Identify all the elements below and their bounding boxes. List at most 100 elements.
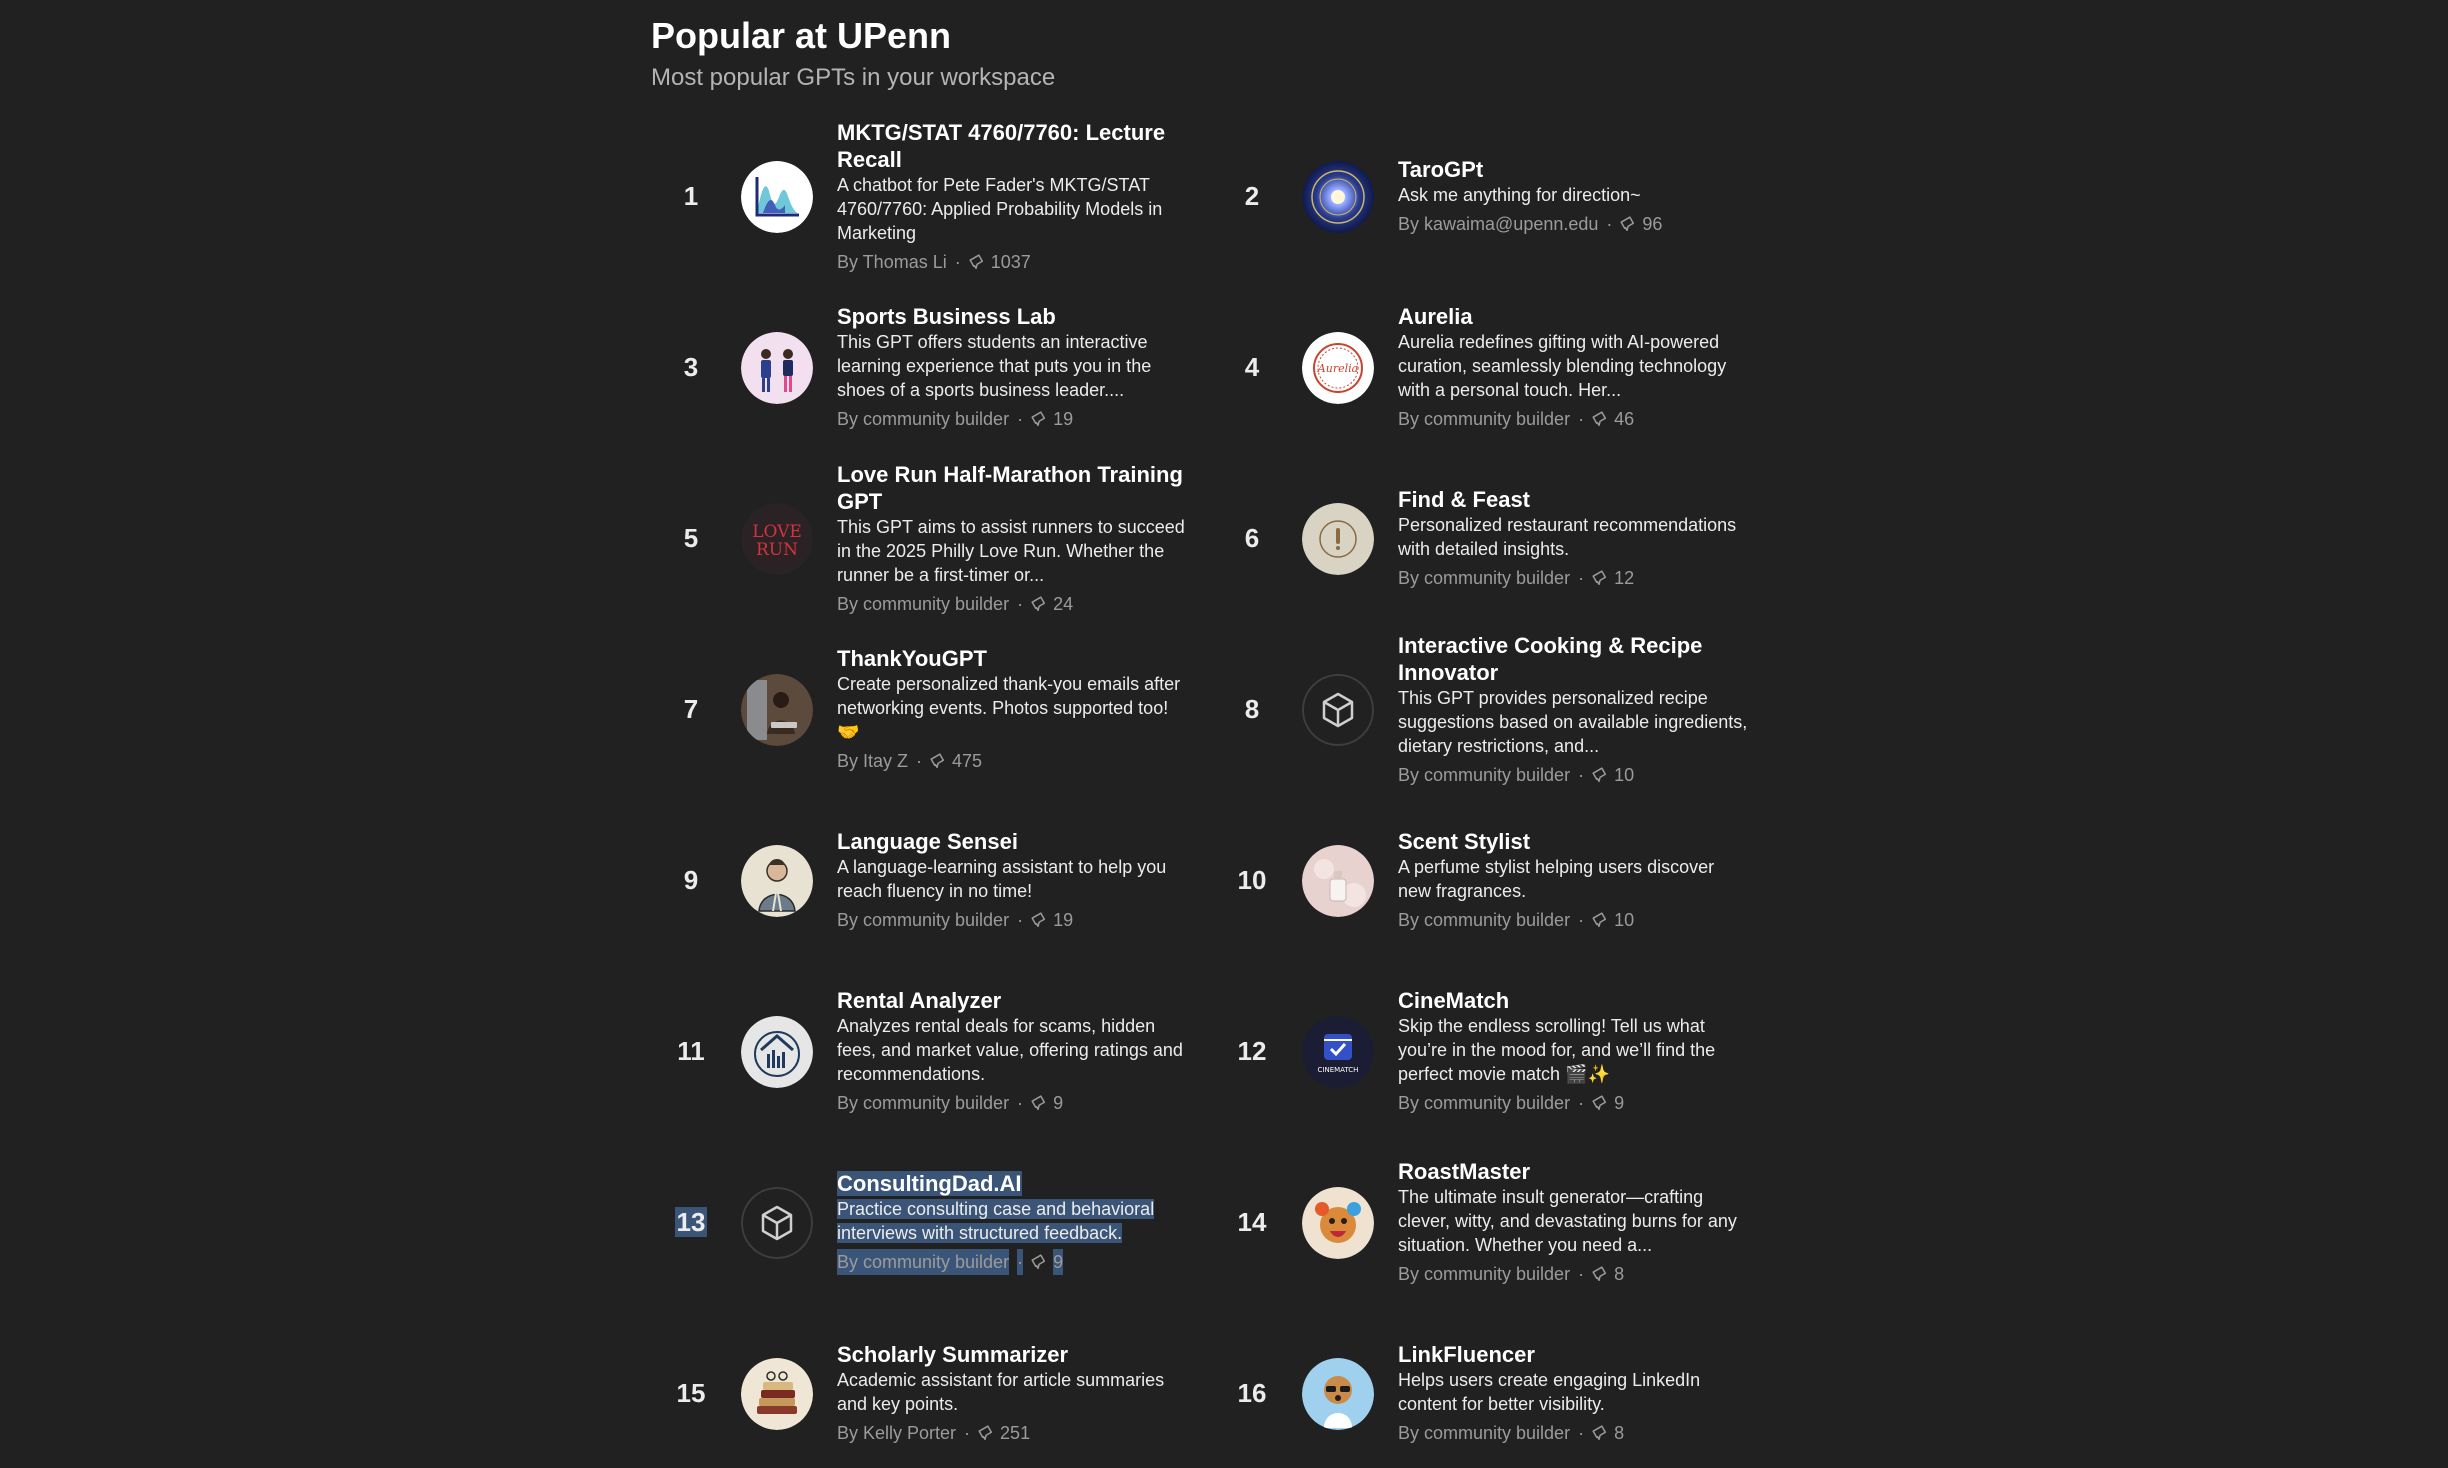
gpt-description: A perfume stylist helping users discover…: [1398, 857, 1715, 901]
gpt-name[interactable]: Scent Stylist: [1398, 828, 1752, 855]
cube-placeholder-icon: [1302, 673, 1374, 746]
meta-separator: ·: [1578, 1264, 1585, 1284]
gpt-rank: 13: [651, 1207, 731, 1238]
gpt-meta: By community builder · 12: [1398, 565, 1752, 591]
gpt-chat-count: 10: [1614, 764, 1635, 785]
chat-count-icon: [1031, 595, 1053, 612]
gpt-info: RoastMaster The ultimate insult generator…: [1398, 1158, 1752, 1287]
gpt-card[interactable]: 2 TaroGPt Ask me anything for direction~ By…: [1212, 114, 1752, 279]
gpt-name[interactable]: Love Run Half-Marathon Training GPT: [837, 461, 1191, 515]
gpt-description: Skip the endless scrolling! Tell us what…: [1398, 1016, 1716, 1084]
gpt-chat-count: 9: [1053, 1093, 1064, 1113]
gpt-name[interactable]: MKTG/STAT 4760/7760: Lecture Recall: [837, 119, 1191, 173]
gpt-rank: 8: [1244, 694, 1260, 724]
gpt-card[interactable]: 3 Sports Business Lab This GPT offers stud…: [651, 285, 1191, 450]
gpt-name[interactable]: RoastMaster: [1398, 1158, 1752, 1185]
svg-text:LOVE: LOVE: [752, 522, 802, 542]
gpt-author: By community builder: [837, 409, 1010, 429]
gpt-author: By community builder: [837, 1249, 1010, 1275]
chat-count-icon: [1592, 570, 1614, 586]
gpt-card[interactable]: 7 ThankYouGPT Create personalized thank-yo…: [651, 627, 1191, 792]
meta-separator: ·: [1017, 1249, 1024, 1275]
chat-count-icon: [1031, 1254, 1053, 1270]
chat-count-icon: [1592, 912, 1614, 928]
chat-count-icon: [1592, 411, 1614, 427]
gpt-name[interactable]: Language Sensei: [837, 828, 1191, 855]
gpt-card[interactable]: 15 Scholarly Summarizer Academic assistant…: [651, 1311, 1191, 1468]
meta-separator: ·: [1578, 1093, 1585, 1113]
dog-sunglasses-icon: [1302, 1357, 1374, 1430]
gpt-card[interactable]: 6 Find & Feast Personalized restaurant rec…: [1212, 456, 1752, 621]
gpt-description: Analyzes rental deals for scams, hidden …: [837, 1016, 1183, 1084]
gpt-card[interactable]: 11 Rental Analyzer Analyzes rental deals f…: [651, 969, 1191, 1134]
gpt-description: A chatbot for Pete Fader's MKTG/STAT 476…: [837, 174, 1163, 243]
gpt-chat-count: 19: [1053, 409, 1074, 429]
gpt-meta: By community builder · 9: [1398, 1090, 1752, 1116]
gpt-card[interactable]: 9 Language Sensei A language-learning assi…: [651, 798, 1191, 963]
section-subtitle: Most popular GPTs in your workspace: [651, 64, 1056, 91]
gpt-description: Personalized restaurant recommendations …: [1398, 515, 1737, 559]
chat-count-icon: [1592, 1425, 1614, 1441]
gpt-card[interactable]: 16 LinkFluencer Helps users create engagin…: [1212, 1311, 1752, 1468]
gpt-card[interactable]: 14 RoastMaster The ultimate insult generat…: [1212, 1140, 1752, 1305]
gpt-chat-count: 251: [1000, 1423, 1031, 1443]
gpt-description: Ask me anything for direction~: [1398, 185, 1641, 205]
gpt-rank: 15: [676, 1378, 706, 1408]
gpt-name[interactable]: CineMatch: [1398, 987, 1752, 1014]
gpt-description: Practice consulting case and behavioral …: [837, 1197, 1191, 1245]
gpt-info: Love Run Half-Marathon Training GPT This …: [837, 461, 1191, 617]
gpt-card[interactable]: 10 Scent Stylist A perfume stylist helping…: [1212, 798, 1752, 963]
gpt-name[interactable]: Find & Feast: [1398, 486, 1752, 513]
gpt-author: By Itay Z: [837, 751, 909, 771]
gpt-rank-text: 13: [674, 1207, 708, 1237]
gpt-meta: By community builder · 8: [1398, 1261, 1752, 1287]
gpt-name[interactable]: Scholarly Summarizer: [837, 1341, 1191, 1368]
gpt-card[interactable]: 13 ConsultingDad.AI Practice consulting ca…: [651, 1140, 1191, 1305]
gpt-name[interactable]: ConsultingDad.AI: [837, 1170, 1191, 1197]
gpt-author: By community builder: [1398, 1423, 1571, 1443]
gpt-chat-count: 475: [952, 751, 983, 771]
gpt-rank: 2: [1244, 181, 1260, 211]
cosmic-tarot-icon: [1302, 160, 1374, 233]
chat-count-icon: [1592, 1095, 1614, 1111]
gpt-name[interactable]: Sports Business Lab: [837, 303, 1191, 330]
feast-plate-icon: [1302, 502, 1374, 575]
gpt-rank: 16: [1237, 1378, 1267, 1408]
gpt-author: By kawaima@upenn.edu: [1398, 214, 1599, 234]
gpt-name[interactable]: TaroGPt: [1398, 156, 1752, 183]
gpt-description: This GPT offers students an interactive …: [837, 332, 1152, 400]
gpt-info: ThankYouGPT Create personalized thank-you…: [837, 645, 1191, 774]
chat-count-icon: [969, 253, 991, 270]
gpt-chat-count: 24: [1053, 593, 1074, 614]
gpt-name[interactable]: Interactive Cooking & Recipe Innovator: [1398, 632, 1752, 686]
gpt-name[interactable]: LinkFluencer: [1398, 1341, 1752, 1368]
meta-separator: ·: [1017, 910, 1024, 930]
gpt-card[interactable]: 4 Aurelia Aurelia Aurelia redefines gifting…: [1212, 285, 1752, 450]
gpt-card[interactable]: 1 MKTG/STAT 4760/7760: Lecture Recall A ch…: [651, 114, 1191, 279]
gpt-card[interactable]: 12 CINEMATCH CineMatch Skip the endless scr…: [1212, 969, 1752, 1134]
gpt-chat-count: 8: [1614, 1264, 1625, 1284]
love-run-logo-icon: LOVE RUN: [741, 502, 813, 575]
gpt-author: By Kelly Porter: [837, 1423, 957, 1443]
gpt-info: Rental Analyzer Analyzes rental deals for…: [837, 987, 1191, 1116]
gpt-card[interactable]: 8 Interactive Cooking & Recipe Innovator T…: [1212, 627, 1752, 792]
gpt-chat-count: 1037: [990, 251, 1031, 272]
gpt-name[interactable]: Aurelia: [1398, 303, 1752, 330]
chart-logo-icon: [741, 160, 813, 233]
gpt-description: This GPT aims to assist runners to succe…: [837, 516, 1185, 585]
gpt-author: By community builder: [1398, 910, 1571, 930]
meta-separator: ·: [1578, 1423, 1585, 1443]
gpt-name[interactable]: Rental Analyzer: [837, 987, 1191, 1014]
gpt-rank: 10: [1237, 865, 1267, 895]
gpt-name[interactable]: ThankYouGPT: [837, 645, 1191, 672]
gpt-meta: By Thomas Li · 1037: [837, 249, 1191, 275]
gpt-author: By community builder: [1398, 1093, 1571, 1113]
gpt-author: By community builder: [1398, 1264, 1571, 1284]
meta-separator: ·: [916, 751, 923, 771]
gpt-card[interactable]: 5 LOVE RUN Love Run Half-Marathon Training …: [651, 456, 1191, 621]
meta-separator: ·: [1578, 568, 1585, 588]
gpt-author: By community builder: [1398, 568, 1571, 588]
cube-placeholder-icon: [741, 1186, 813, 1259]
svg-text:RUN: RUN: [756, 540, 798, 560]
gpt-author: By community builder: [837, 593, 1010, 614]
